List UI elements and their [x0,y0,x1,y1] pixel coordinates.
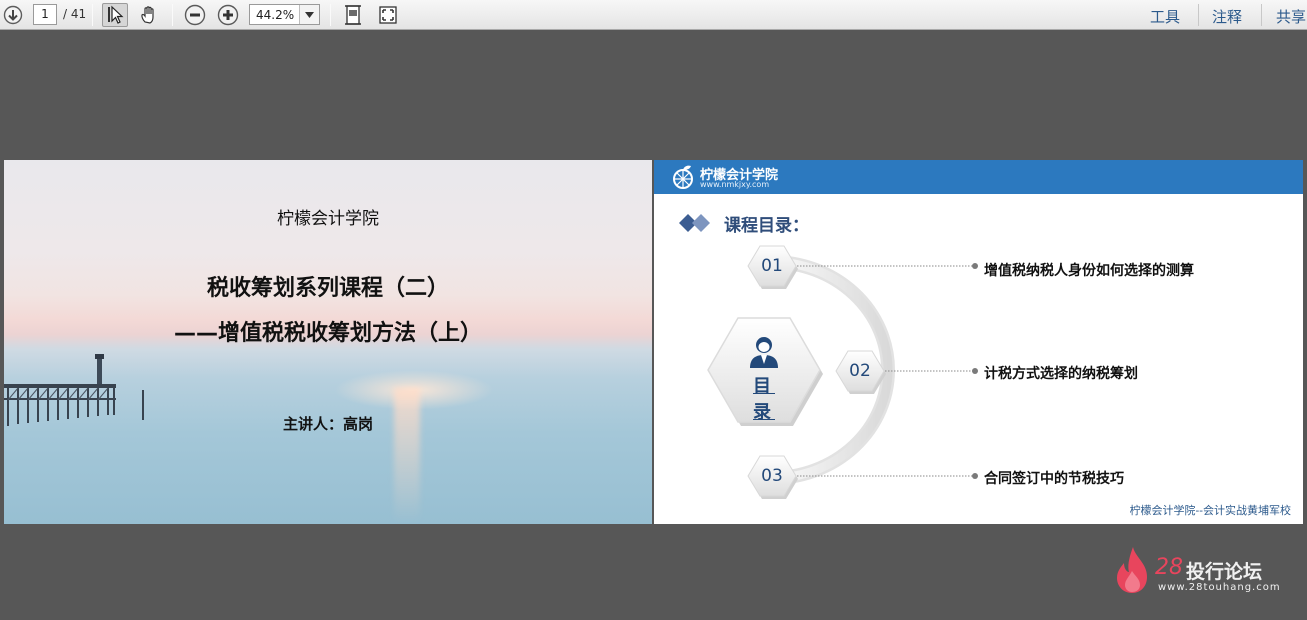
select-tool-button[interactable] [102,3,128,27]
text-cursor-arrow-icon [108,5,124,24]
slide-title: 税收筹划系列课程（二） [206,276,449,301]
outline-number-03: 03 [761,466,783,486]
arrow-down-circle-icon [3,5,23,25]
toolbar-divider [92,4,93,26]
watermark-number: 28 [1155,555,1183,580]
outline-number-02: 02 [849,361,871,381]
outline-number-01: 01 [761,256,783,276]
tools-link[interactable]: 工具 [1150,6,1180,27]
zoom-in-button[interactable] [216,3,240,27]
watermark-url: www.28touhang.com [1158,582,1281,593]
toolbar-divider [1198,4,1199,26]
outline-item-2: 计税方式选择的纳税筹划 [984,366,1138,382]
chevron-down-icon [305,11,314,18]
slide-subtitle: ——增值税税收筹划方法（上） [173,321,482,346]
fit-page-width-icon [345,5,361,25]
watermark-name: 投行论坛 [1186,561,1263,583]
outline-item-3: 合同签订中的节税技巧 [984,471,1124,487]
toolbar-divider [330,4,331,26]
toolbar-divider [1261,4,1262,26]
slide-course-outline: 柠檬会计学院 www.nmkjxy.com 课程目录： 01 02 03 目 录… [654,160,1303,524]
slide-speaker: 主讲人：高岗 [282,415,373,433]
share-link[interactable]: 共享 [1276,6,1306,27]
fit-width-button[interactable] [341,3,365,27]
sea-reflection [394,388,420,524]
zoom-dropdown-button[interactable] [299,5,319,24]
hand-icon [141,6,154,24]
comment-link[interactable]: 注释 [1212,6,1242,27]
zoom-out-button[interactable] [183,3,207,27]
hand-tool-button[interactable] [136,3,162,27]
full-page-icon [379,6,397,24]
slide-footer: 柠檬会计学院--会计实战黄埔军校 [1129,504,1291,517]
next-page-button[interactable] [2,3,24,27]
plus-circle-icon [217,4,239,26]
minus-circle-icon [184,4,206,26]
fit-page-button[interactable] [376,3,400,27]
zoom-value: 44.2% [256,8,295,22]
flame-logo-icon [1117,547,1147,593]
page-total-label: / 41 [63,7,87,21]
pdf-toolbar: 1 / 41 44.2% 工具 注释 共享 [0,0,1307,30]
page-number-input[interactable]: 1 [33,4,57,25]
slide-organization: 柠檬会计学院 [277,209,379,229]
outline-item-1: 增值税纳税人身份如何选择的测算 [984,263,1194,279]
slide-title-page: 柠檬会计学院 税收筹划系列课程（二） ——增值税税收筹划方法（上） 主讲人：高岗 [4,160,652,524]
outline-center-label: 目 录 [753,376,775,423]
zoom-select[interactable]: 44.2% [249,4,320,25]
toolbar-divider [172,4,173,26]
